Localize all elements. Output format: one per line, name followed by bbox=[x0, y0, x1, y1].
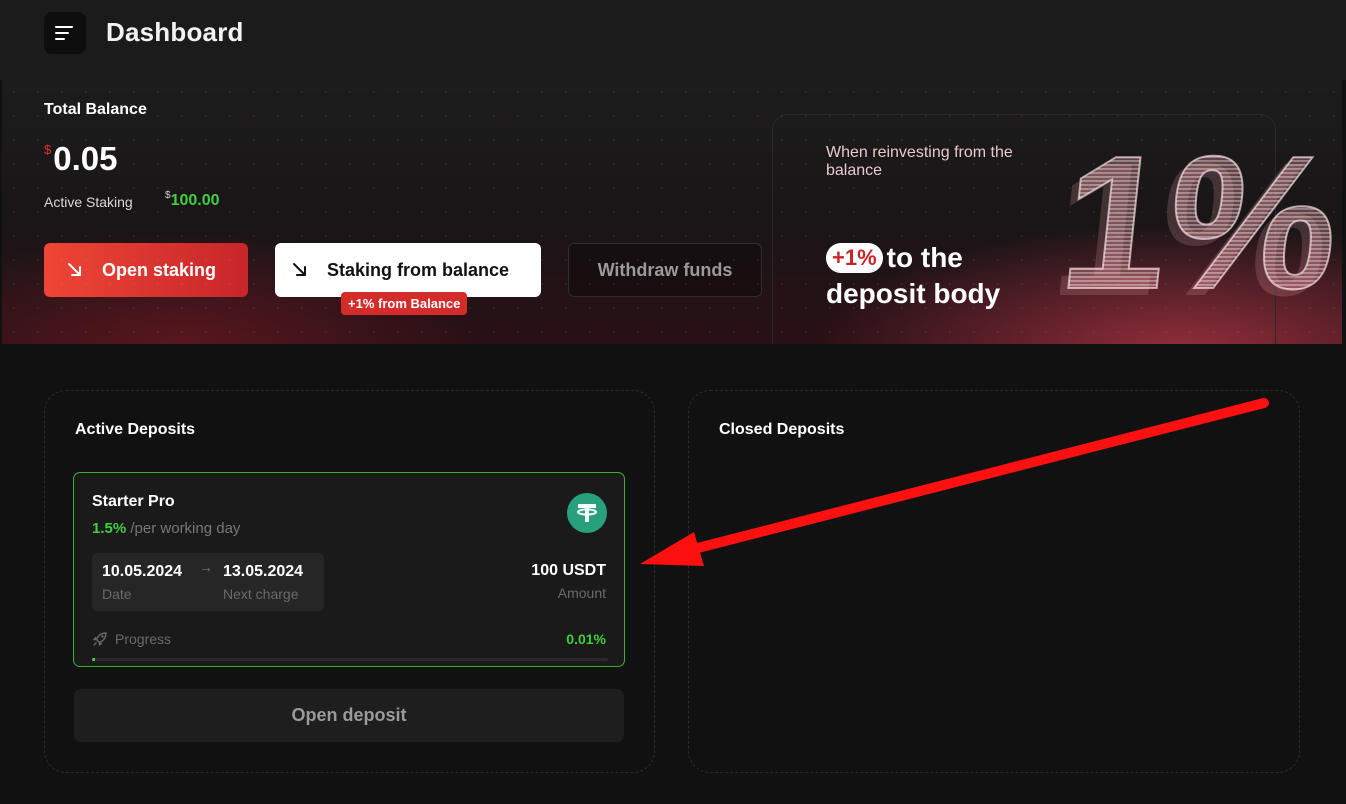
active-staking-value: $100.00 bbox=[165, 190, 220, 210]
page-title: Dashboard bbox=[106, 17, 244, 47]
promo-headline: +1% to the deposit body bbox=[826, 240, 1000, 312]
deposit-start-date: 10.05.2024 bbox=[102, 563, 183, 580]
deposit-progress-fill bbox=[92, 658, 95, 661]
deposit-card[interactable]: Starter Pro 1.5% /per working day 10.05.… bbox=[73, 472, 625, 667]
deposit-plan-name: Starter Pro bbox=[92, 493, 175, 510]
deposit-progress-label: Progress bbox=[92, 631, 171, 647]
staking-from-balance-button[interactable]: Staking from balance bbox=[275, 243, 541, 297]
deposit-rate: 1.5% /per working day bbox=[92, 520, 240, 537]
closed-deposits-panel: Closed Deposits bbox=[688, 390, 1300, 773]
deposit-amount: 100 USDT bbox=[531, 562, 606, 579]
deposit-rate-suffix: /per working day bbox=[130, 520, 241, 537]
promo-line-1: to the bbox=[886, 242, 963, 273]
arrow-right-icon: → bbox=[199, 559, 213, 575]
closed-deposits-title: Closed Deposits bbox=[719, 421, 845, 438]
total-balance-label: Total Balance bbox=[44, 101, 147, 118]
menu-button[interactable] bbox=[44, 12, 86, 54]
total-balance-value: $0.05 bbox=[44, 140, 117, 178]
active-staking-amount: 100.00 bbox=[170, 192, 220, 209]
open-deposit-button[interactable]: Open deposit bbox=[74, 689, 624, 742]
open-staking-label: Open staking bbox=[102, 259, 217, 280]
withdraw-funds-button[interactable]: Withdraw funds bbox=[568, 243, 762, 297]
deposit-rate-percent: 1.5% bbox=[92, 520, 127, 537]
arrow-down-right-icon bbox=[293, 263, 306, 276]
promo-chip: +1% bbox=[826, 243, 883, 273]
staking-currency-symbol: $ bbox=[165, 190, 171, 201]
open-deposit-label: Open deposit bbox=[291, 705, 407, 725]
deposit-next-charge-label: Next charge bbox=[223, 586, 299, 602]
deposit-progress-bar bbox=[92, 658, 608, 661]
balance-hero: Total Balance $0.05 Active Staking $100.… bbox=[2, 80, 1342, 344]
tether-icon bbox=[567, 493, 607, 533]
progress-label-text: Progress bbox=[115, 631, 172, 647]
one-percent-graphic: 1% 1% bbox=[1060, 120, 1340, 320]
menu-icon bbox=[55, 26, 73, 40]
rocket-icon bbox=[93, 632, 107, 646]
top-bar: Dashboard bbox=[0, 0, 1346, 80]
promo-subtitle: When reinvesting from the balance bbox=[826, 144, 1013, 179]
deposit-next-charge: 13.05.2024 bbox=[223, 563, 304, 580]
staking-from-balance-label: Staking from balance bbox=[327, 259, 510, 280]
active-staking-label: Active Staking bbox=[44, 194, 133, 210]
promo-line-2: deposit body bbox=[826, 278, 1001, 309]
active-deposits-title: Active Deposits bbox=[75, 421, 196, 438]
staking-bonus-badge: +1% from Balance bbox=[341, 292, 468, 315]
withdraw-funds-label: Withdraw funds bbox=[597, 259, 733, 280]
arrow-down-right-icon bbox=[68, 263, 81, 276]
deposit-start-date-label: Date bbox=[102, 586, 132, 602]
one-percent-text: 1% bbox=[1060, 120, 1340, 320]
deposit-dates: 10.05.2024 Date → 13.05.2024 Next charge bbox=[92, 553, 324, 611]
deposit-progress-value: 0.01% bbox=[566, 631, 606, 647]
deposit-amount-label: Amount bbox=[557, 585, 606, 601]
balance-currency-symbol: $ bbox=[44, 142, 52, 157]
open-staking-button[interactable]: Open staking bbox=[44, 243, 248, 297]
balance-amount: 0.05 bbox=[53, 140, 118, 177]
